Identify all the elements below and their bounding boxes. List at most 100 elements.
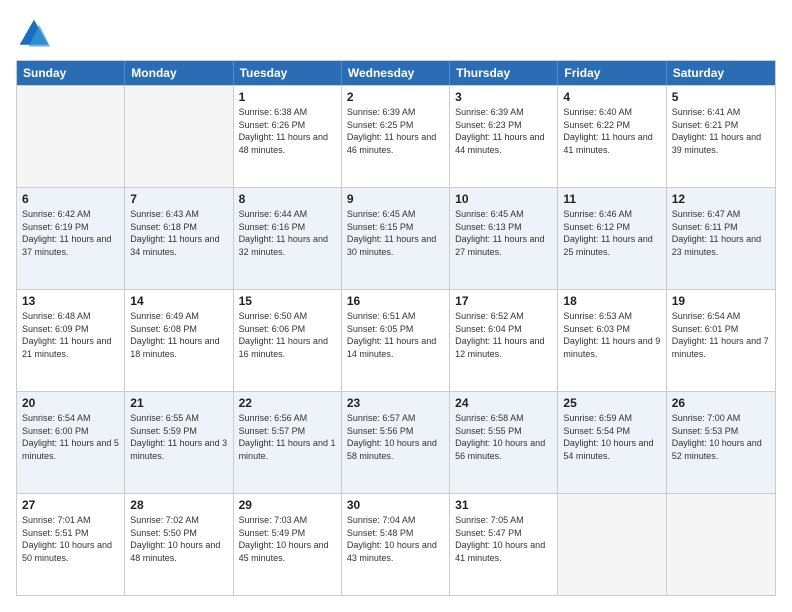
calendar-cell: 23Sunrise: 6:57 AM Sunset: 5:56 PM Dayli… — [342, 392, 450, 493]
calendar-cell — [125, 86, 233, 187]
day-number: 24 — [455, 396, 552, 410]
day-number: 14 — [130, 294, 227, 308]
day-number: 8 — [239, 192, 336, 206]
calendar-cell: 11Sunrise: 6:46 AM Sunset: 6:12 PM Dayli… — [558, 188, 666, 289]
calendar-row: 27 Sunrise: 7:01 AM Sunset: 5:51 PM Dayli… — [17, 493, 775, 595]
day-number: 11 — [563, 192, 660, 206]
day-number: 6 — [22, 192, 119, 206]
day-info: Sunrise: 7:03 AM Sunset: 5:49 PM Dayligh… — [239, 514, 336, 564]
calendar-row: 6 Sunrise: 6:42 AM Sunset: 6:19 PM Daylig… — [17, 187, 775, 289]
day-info: Sunrise: 7:02 AM Sunset: 5:50 PM Dayligh… — [130, 514, 227, 564]
calendar-cell: 17Sunrise: 6:52 AM Sunset: 6:04 PM Dayli… — [450, 290, 558, 391]
day-number: 28 — [130, 498, 227, 512]
day-info: Sunrise: 6:58 AM Sunset: 5:55 PM Dayligh… — [455, 412, 552, 462]
day-number: 22 — [239, 396, 336, 410]
day-info: Sunrise: 6:38 AM Sunset: 6:26 PM Dayligh… — [239, 106, 336, 156]
calendar-cell: 14Sunrise: 6:49 AM Sunset: 6:08 PM Dayli… — [125, 290, 233, 391]
day-info: Sunrise: 6:39 AM Sunset: 6:23 PM Dayligh… — [455, 106, 552, 156]
calendar-cell: 13Sunrise: 6:48 AM Sunset: 6:09 PM Dayli… — [17, 290, 125, 391]
calendar-cell: 18Sunrise: 6:53 AM Sunset: 6:03 PM Dayli… — [558, 290, 666, 391]
day-number: 31 — [455, 498, 552, 512]
header-day-tuesday: Tuesday — [234, 61, 342, 85]
calendar-cell: 22 Sunrise: 6:56 AM Sunset: 5:57 PM Dayli… — [234, 392, 342, 493]
header-day-wednesday: Wednesday — [342, 61, 450, 85]
calendar-row: 1 Sunrise: 6:38 AM Sunset: 6:26 PM Daylig… — [17, 85, 775, 187]
calendar-cell: 26 Sunrise: 7:00 AM Sunset: 5:53 PM Dayli… — [667, 392, 775, 493]
calendar-cell: 29 Sunrise: 7:03 AM Sunset: 5:49 PM Dayli… — [234, 494, 342, 595]
calendar-cell: 5 Sunrise: 6:41 AM Sunset: 6:21 PM Daylig… — [667, 86, 775, 187]
logo-icon — [16, 16, 52, 52]
calendar-cell: 19Sunrise: 6:54 AM Sunset: 6:01 PM Dayli… — [667, 290, 775, 391]
day-number: 21 — [130, 396, 227, 410]
calendar-cell: 8Sunrise: 6:44 AM Sunset: 6:16 PM Daylig… — [234, 188, 342, 289]
header — [16, 16, 776, 52]
day-info: Sunrise: 6:51 AM Sunset: 6:05 PM Dayligh… — [347, 310, 444, 360]
day-number: 10 — [455, 192, 552, 206]
calendar: SundayMondayTuesdayWednesdayThursdayFrid… — [16, 60, 776, 596]
calendar-cell — [558, 494, 666, 595]
calendar-cell: 24 Sunrise: 6:58 AM Sunset: 5:55 PM Dayli… — [450, 392, 558, 493]
day-info: Sunrise: 7:05 AM Sunset: 5:47 PM Dayligh… — [455, 514, 552, 564]
day-info: Sunrise: 7:00 AM Sunset: 5:53 PM Dayligh… — [672, 412, 770, 462]
day-info: Sunrise: 6:42 AM Sunset: 6:19 PM Dayligh… — [22, 208, 119, 258]
day-info: Sunrise: 6:59 AM Sunset: 5:54 PM Dayligh… — [563, 412, 660, 462]
calendar-cell: 20 Sunrise: 6:54 AM Sunset: 6:00 PM Dayli… — [17, 392, 125, 493]
calendar-cell: 31 Sunrise: 7:05 AM Sunset: 5:47 PM Dayli… — [450, 494, 558, 595]
day-number: 27 — [22, 498, 119, 512]
calendar-cell: 28 Sunrise: 7:02 AM Sunset: 5:50 PM Dayli… — [125, 494, 233, 595]
calendar-body: 1 Sunrise: 6:38 AM Sunset: 6:26 PM Daylig… — [17, 85, 775, 595]
day-info: Sunrise: 6:43 AM Sunset: 6:18 PM Dayligh… — [130, 208, 227, 258]
calendar-cell: 9Sunrise: 6:45 AM Sunset: 6:15 PM Daylig… — [342, 188, 450, 289]
day-info: Sunrise: 6:56 AM Sunset: 5:57 PM Dayligh… — [239, 412, 336, 462]
calendar-cell: 12 Sunrise: 6:47 AM Sunset: 6:11 PM Dayli… — [667, 188, 775, 289]
day-info: Sunrise: 6:54 AM Sunset: 6:00 PM Dayligh… — [22, 412, 119, 462]
calendar-cell: 3 Sunrise: 6:39 AM Sunset: 6:23 PM Daylig… — [450, 86, 558, 187]
day-number: 23 — [347, 396, 444, 410]
day-info: Sunrise: 6:55 AM Sunset: 5:59 PM Dayligh… — [130, 412, 227, 462]
day-number: 5 — [672, 90, 770, 104]
day-number: 29 — [239, 498, 336, 512]
day-number: 2 — [347, 90, 444, 104]
day-number: 18 — [563, 294, 660, 308]
day-info: Sunrise: 6:40 AM Sunset: 6:22 PM Dayligh… — [563, 106, 660, 156]
day-info: Sunrise: 6:47 AM Sunset: 6:11 PM Dayligh… — [672, 208, 770, 258]
calendar-cell: 27 Sunrise: 7:01 AM Sunset: 5:51 PM Dayli… — [17, 494, 125, 595]
day-number: 7 — [130, 192, 227, 206]
day-number: 9 — [347, 192, 444, 206]
calendar-cell: 2 Sunrise: 6:39 AM Sunset: 6:25 PM Daylig… — [342, 86, 450, 187]
calendar-row: 13Sunrise: 6:48 AM Sunset: 6:09 PM Dayli… — [17, 289, 775, 391]
page: SundayMondayTuesdayWednesdayThursdayFrid… — [0, 0, 792, 612]
day-info: Sunrise: 6:54 AM Sunset: 6:01 PM Dayligh… — [672, 310, 770, 360]
day-number: 25 — [563, 396, 660, 410]
day-number: 12 — [672, 192, 770, 206]
header-day-sunday: Sunday — [17, 61, 125, 85]
calendar-row: 20 Sunrise: 6:54 AM Sunset: 6:00 PM Dayli… — [17, 391, 775, 493]
header-day-thursday: Thursday — [450, 61, 558, 85]
day-number: 1 — [239, 90, 336, 104]
calendar-cell: 25 Sunrise: 6:59 AM Sunset: 5:54 PM Dayli… — [558, 392, 666, 493]
calendar-cell: 21 Sunrise: 6:55 AM Sunset: 5:59 PM Dayli… — [125, 392, 233, 493]
day-info: Sunrise: 6:39 AM Sunset: 6:25 PM Dayligh… — [347, 106, 444, 156]
calendar-cell: 10 Sunrise: 6:45 AM Sunset: 6:13 PM Dayli… — [450, 188, 558, 289]
day-number: 15 — [239, 294, 336, 308]
day-info: Sunrise: 6:41 AM Sunset: 6:21 PM Dayligh… — [672, 106, 770, 156]
day-number: 30 — [347, 498, 444, 512]
calendar-cell — [17, 86, 125, 187]
logo — [16, 16, 56, 52]
day-number: 3 — [455, 90, 552, 104]
day-info: Sunrise: 6:50 AM Sunset: 6:06 PM Dayligh… — [239, 310, 336, 360]
day-number: 26 — [672, 396, 770, 410]
day-info: Sunrise: 6:45 AM Sunset: 6:13 PM Dayligh… — [455, 208, 552, 258]
calendar-cell: 30 Sunrise: 7:04 AM Sunset: 5:48 PM Dayli… — [342, 494, 450, 595]
day-info: Sunrise: 7:01 AM Sunset: 5:51 PM Dayligh… — [22, 514, 119, 564]
header-day-saturday: Saturday — [667, 61, 775, 85]
calendar-header: SundayMondayTuesdayWednesdayThursdayFrid… — [17, 61, 775, 85]
day-number: 20 — [22, 396, 119, 410]
header-day-friday: Friday — [558, 61, 666, 85]
day-number: 16 — [347, 294, 444, 308]
calendar-cell: 16 Sunrise: 6:51 AM Sunset: 6:05 PM Dayli… — [342, 290, 450, 391]
day-info: Sunrise: 6:52 AM Sunset: 6:04 PM Dayligh… — [455, 310, 552, 360]
day-info: Sunrise: 7:04 AM Sunset: 5:48 PM Dayligh… — [347, 514, 444, 564]
header-day-monday: Monday — [125, 61, 233, 85]
calendar-cell: 4Sunrise: 6:40 AM Sunset: 6:22 PM Daylig… — [558, 86, 666, 187]
